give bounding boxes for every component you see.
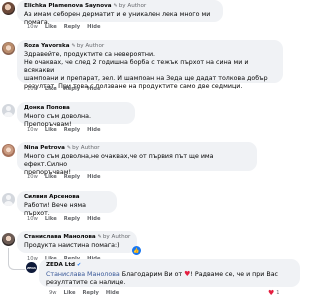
- avatar[interactable]: [2, 193, 15, 206]
- comment-text: Продукта наистина помага:): [24, 242, 120, 249]
- hide-button[interactable]: Hide: [87, 86, 100, 92]
- mention-link[interactable]: Станислава Манолова: [46, 271, 120, 278]
- comment-actions: 10w Like Reply Hide: [27, 127, 101, 133]
- comment-bubble: ZEDA Ltd ✔ Станислава Манолова Благодари…: [39, 259, 300, 287]
- like-button[interactable]: Like: [45, 86, 57, 92]
- reply-text-line: резултатите са налице.: [46, 279, 126, 286]
- comment-bubble: Силвия Арсенова Работи! Вече няма пърхот…: [17, 191, 117, 217]
- timestamp[interactable]: 9w: [49, 290, 57, 296]
- reply-text-line: Станислава Манолова Благодарим Ви от ♥! …: [46, 270, 293, 279]
- commenter-name[interactable]: Донка Попова: [24, 105, 70, 112]
- reply-button[interactable]: Reply: [64, 24, 80, 30]
- avatar-logo-text: ZEDA: [26, 265, 37, 270]
- timestamp[interactable]: 10w: [27, 24, 38, 30]
- comment-bubble: Elichka Plamenova Saynova ✎ by Author Аз …: [17, 0, 223, 26]
- by-author-label: by Author: [102, 234, 131, 240]
- by-author-tag: ✎ by Author: [72, 43, 105, 50]
- comment-text-line: шампоани и препарат, зел. И шампоан на З…: [24, 75, 268, 82]
- reply-thread-line: [8, 248, 25, 270]
- avatar[interactable]: [2, 233, 15, 246]
- like-icon[interactable]: 👍: [132, 246, 141, 255]
- pencil-icon: ✎: [66, 145, 72, 151]
- timestamp[interactable]: 10w: [27, 216, 38, 222]
- commenter-name[interactable]: ZEDA Ltd: [46, 262, 75, 269]
- reply-button[interactable]: Reply: [64, 216, 80, 222]
- heart-icon: ♥: [268, 289, 275, 297]
- comment-bubble: Донка Попова Много съм доволна. Препоръч…: [17, 102, 135, 128]
- comment-actions: 10w Like Reply Hide: [27, 86, 101, 92]
- by-author-tag: ✎ by Author: [67, 145, 100, 152]
- comment-actions: 10w Like Reply Hide: [27, 174, 101, 180]
- like-button[interactable]: Like: [64, 290, 76, 296]
- avatar[interactable]: [2, 2, 15, 15]
- hide-button[interactable]: Hide: [87, 216, 100, 222]
- reply-text-segment: ! Радваме се, че и при Вас: [190, 271, 279, 278]
- reply-button[interactable]: Reply: [64, 174, 80, 180]
- avatar[interactable]: [2, 104, 15, 117]
- commenter-name[interactable]: Elichka Plamenova Saynova: [24, 3, 112, 10]
- reply-button[interactable]: Reply: [82, 290, 98, 296]
- comment-bubble: Nina Petrova ✎ by Author Много съм доволн…: [17, 142, 257, 176]
- pencil-icon: ✎: [97, 234, 102, 240]
- comments-feed: Elichka Plamenova Saynova ✎ by Author Аз …: [0, 0, 300, 300]
- hide-button[interactable]: Hide: [87, 174, 100, 180]
- commenter-name[interactable]: Roza Yavorska: [24, 43, 70, 50]
- reply-button[interactable]: Reply: [64, 86, 80, 92]
- by-author-tag: ✎ by Author: [98, 234, 131, 241]
- like-button[interactable]: Like: [45, 216, 57, 222]
- reply-button[interactable]: Reply: [64, 127, 80, 133]
- by-author-tag: ✎ by Author: [114, 3, 147, 10]
- avatar[interactable]: [2, 42, 15, 55]
- avatar[interactable]: ZEDA: [26, 262, 37, 273]
- hide-button[interactable]: Hide: [106, 290, 119, 296]
- by-author-label: by Author: [72, 145, 100, 151]
- commenter-name[interactable]: Nina Petrova: [24, 145, 65, 152]
- comment-actions: 10w Like Reply Hide: [27, 216, 101, 222]
- comment-text-line: Много съм доволна,не очаквах,че от първи…: [24, 153, 214, 168]
- comment-text-line: Не очаквах, че след 2 годишна борба с те…: [24, 59, 249, 74]
- comment-actions: 10w Like Reply Hide: [27, 24, 101, 30]
- like-button[interactable]: Like: [45, 127, 57, 133]
- pencil-icon: ✎: [113, 3, 118, 9]
- comment-bubble: Станислава Манолова ✎ by Author Продукта …: [17, 231, 137, 253]
- by-author-label: by Author: [118, 3, 147, 9]
- verified-badge-icon: ✔: [77, 262, 82, 268]
- reaction-summary[interactable]: ♥ 1: [268, 289, 279, 297]
- timestamp[interactable]: 10w: [27, 127, 38, 133]
- hide-button[interactable]: Hide: [87, 127, 100, 133]
- hide-button[interactable]: Hide: [87, 24, 100, 30]
- reply-text-segment: Благодарим Ви от: [119, 271, 185, 278]
- comment-bubble: Roza Yavorska ✎ by Author Здравейте, прод…: [17, 40, 283, 90]
- avatar[interactable]: [2, 144, 15, 157]
- timestamp[interactable]: 10w: [27, 174, 38, 180]
- timestamp[interactable]: 10w: [27, 86, 38, 92]
- commenter-name[interactable]: Силвия Арсенова: [24, 194, 80, 201]
- like-button[interactable]: Like: [45, 174, 57, 180]
- reaction-count: 1: [276, 290, 280, 296]
- comment-text-line: Здравейте, продуктите са невероятни.: [24, 51, 156, 58]
- by-author-label: by Author: [76, 43, 105, 49]
- comment-actions: 9w Like Reply Hide: [49, 290, 119, 296]
- pencil-icon: ✎: [71, 43, 76, 49]
- like-button[interactable]: Like: [45, 24, 57, 30]
- commenter-name[interactable]: Станислава Манолова: [24, 234, 96, 241]
